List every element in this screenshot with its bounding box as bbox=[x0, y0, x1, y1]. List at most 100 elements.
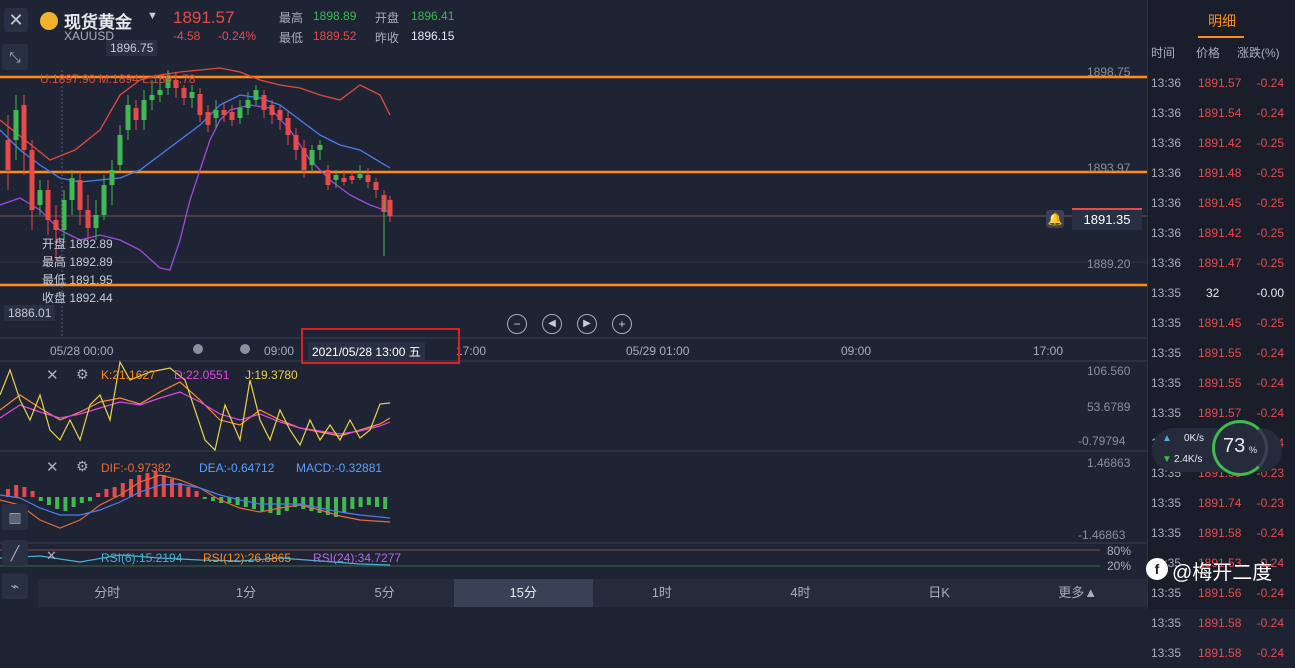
bottom-price-tag: 1886.01 bbox=[4, 305, 56, 321]
timeframe-tab[interactable]: 分时 bbox=[38, 579, 177, 607]
candle-body bbox=[373, 182, 379, 190]
detail-tab-underline bbox=[1198, 36, 1244, 38]
trade-price: 1891.58 bbox=[1198, 526, 1242, 540]
macd-bar bbox=[309, 497, 314, 511]
current-price-value: 1891.35 bbox=[1083, 212, 1131, 227]
rsi-level-20: 20% bbox=[1107, 559, 1132, 573]
macd-bar bbox=[301, 497, 306, 509]
macd-bar bbox=[202, 497, 207, 499]
trade-row: 13:35 1891.45 -0.25 bbox=[1148, 308, 1295, 338]
candle-body bbox=[237, 108, 243, 118]
open-label: 开盘 bbox=[375, 11, 400, 25]
trade-time: 13:35 bbox=[1151, 526, 1182, 540]
trade-row: 13:36 1891.47 -0.25 bbox=[1148, 248, 1295, 278]
trade-change: -0.24 bbox=[1256, 586, 1284, 600]
chevron-down-icon[interactable]: ▼ bbox=[147, 10, 158, 22]
time-label: 17:00 bbox=[456, 344, 487, 358]
candle-body bbox=[349, 176, 355, 180]
macd-scale-top: 1.46863 bbox=[1087, 456, 1131, 470]
price-change: -4.58 bbox=[173, 29, 201, 43]
scroll-dot-icon[interactable] bbox=[193, 344, 203, 354]
bell-icon[interactable]: 🔔 bbox=[1046, 210, 1064, 228]
trade-time: 13:36 bbox=[1151, 76, 1182, 90]
network-widget[interactable]: ▲ 0K/s ▼ 2.4K/s 73 % bbox=[1152, 420, 1282, 476]
macd-bar bbox=[276, 497, 281, 515]
trade-change: -0.25 bbox=[1256, 166, 1284, 180]
macd-bar bbox=[14, 485, 19, 497]
zoom-in-button[interactable]: + bbox=[612, 314, 632, 334]
trade-time: 13:36 bbox=[1151, 256, 1182, 270]
detail-tab[interactable]: 明细 bbox=[1148, 0, 1295, 38]
candle-body bbox=[301, 148, 307, 170]
prevclose-label: 昨收 bbox=[375, 31, 400, 45]
col-price-header: 价格 bbox=[1196, 46, 1221, 60]
trade-change: -0.23 bbox=[1256, 496, 1284, 510]
timeframe-tab[interactable]: 1时 bbox=[593, 579, 732, 607]
high-label: 最高 bbox=[279, 11, 304, 25]
trade-price: 1891.74 bbox=[1198, 496, 1242, 510]
low-value: 1889.52 bbox=[313, 29, 357, 43]
trade-time: 13:35 bbox=[1151, 376, 1182, 390]
trend-icon[interactable]: ⌁ bbox=[2, 573, 28, 599]
trade-row: 13:35 1891.74 -0.23 bbox=[1148, 488, 1295, 518]
macd-bar bbox=[194, 491, 199, 497]
kdj-settings-icon[interactable]: ⚙ bbox=[76, 366, 89, 383]
boll-middle-line bbox=[0, 94, 391, 183]
chart-area[interactable]: ✕ 现货黄金 ▼ XAUUSD 1891.57 -4.58 -0.24% 最高 … bbox=[0, 0, 1147, 609]
trade-change: -0.24 bbox=[1256, 76, 1284, 90]
scroll-dot-icon[interactable] bbox=[240, 344, 250, 354]
kdj-close-icon[interactable]: ✕ bbox=[46, 366, 59, 384]
draw-line-icon[interactable]: ╱ bbox=[2, 540, 28, 566]
rsi-level-80: 80% bbox=[1107, 544, 1132, 558]
kdj-scale-low: -0.79794 bbox=[1078, 434, 1126, 448]
macd-dea-value: DEA:-0.64712 bbox=[199, 461, 275, 475]
timeframe-tab[interactable]: 日K bbox=[870, 579, 1009, 607]
candle-body bbox=[261, 95, 267, 110]
macd-bar bbox=[186, 487, 191, 497]
trade-price: 1891.55 bbox=[1198, 376, 1242, 390]
trade-row: 13:35 1891.57 -0.24 bbox=[1148, 398, 1295, 428]
zoom-out-button[interactable]: − bbox=[507, 314, 527, 334]
macd-bar bbox=[161, 475, 166, 497]
timeframe-tab[interactable]: 5分 bbox=[315, 579, 454, 607]
macd-settings-icon[interactable]: ⚙ bbox=[76, 458, 89, 475]
indicator-icon[interactable]: ▥ bbox=[2, 504, 28, 530]
candle-body bbox=[101, 185, 107, 215]
rsi-close-icon[interactable]: ✕ bbox=[46, 548, 57, 564]
trade-time: 13:35 bbox=[1151, 646, 1182, 660]
resize-icon[interactable]: ⤡ bbox=[2, 44, 28, 70]
candle-body bbox=[125, 105, 131, 130]
rsi24-value: RSI(24):34.7277 bbox=[313, 551, 402, 565]
macd-dif-value: DIF:-0.97382 bbox=[101, 461, 172, 475]
macd-bar bbox=[30, 491, 35, 497]
close-button[interactable]: ✕ bbox=[4, 8, 28, 32]
macd-bar bbox=[178, 483, 183, 497]
timeframe-tab[interactable]: 1分 bbox=[177, 579, 316, 607]
timeframe-tab[interactable]: 4时 bbox=[731, 579, 870, 607]
trade-price: 1891.54 bbox=[1198, 106, 1242, 120]
trade-change: -0.00 bbox=[1256, 286, 1284, 300]
jump-start-button[interactable]: ◀ bbox=[542, 314, 562, 334]
timeframe-tab-active[interactable]: 15分 bbox=[453, 579, 593, 607]
macd-bar bbox=[358, 497, 363, 507]
upload-speed: 0K/s bbox=[1184, 433, 1205, 444]
macd-bar bbox=[22, 487, 27, 497]
trade-price: 1891.56 bbox=[1198, 586, 1242, 600]
candle-body bbox=[117, 135, 123, 165]
crosshair-time-label: 2021/05/28 13:00 五 bbox=[308, 342, 425, 361]
more-timeframes-tab[interactable]: 更多▲ bbox=[1008, 579, 1147, 607]
macd-close-icon[interactable]: ✕ bbox=[46, 458, 59, 476]
gold-product-icon bbox=[40, 12, 58, 30]
candle-body bbox=[269, 105, 275, 115]
time-label: 09:00 bbox=[841, 344, 872, 358]
candle-body bbox=[245, 100, 251, 108]
trade-price: 1891.58 bbox=[1198, 646, 1242, 660]
horizontal-lines bbox=[0, 75, 1147, 287]
top-price-tag: 1896.75 bbox=[106, 40, 158, 56]
price-change-pct: -0.24% bbox=[218, 29, 257, 43]
macd-bar bbox=[88, 497, 92, 501]
chart-canvas[interactable] bbox=[0, 0, 1147, 609]
kdj-scale-mid: 53.6789 bbox=[1087, 400, 1131, 414]
macd-bar bbox=[79, 497, 84, 503]
jump-end-button[interactable]: ▶ bbox=[577, 314, 597, 334]
